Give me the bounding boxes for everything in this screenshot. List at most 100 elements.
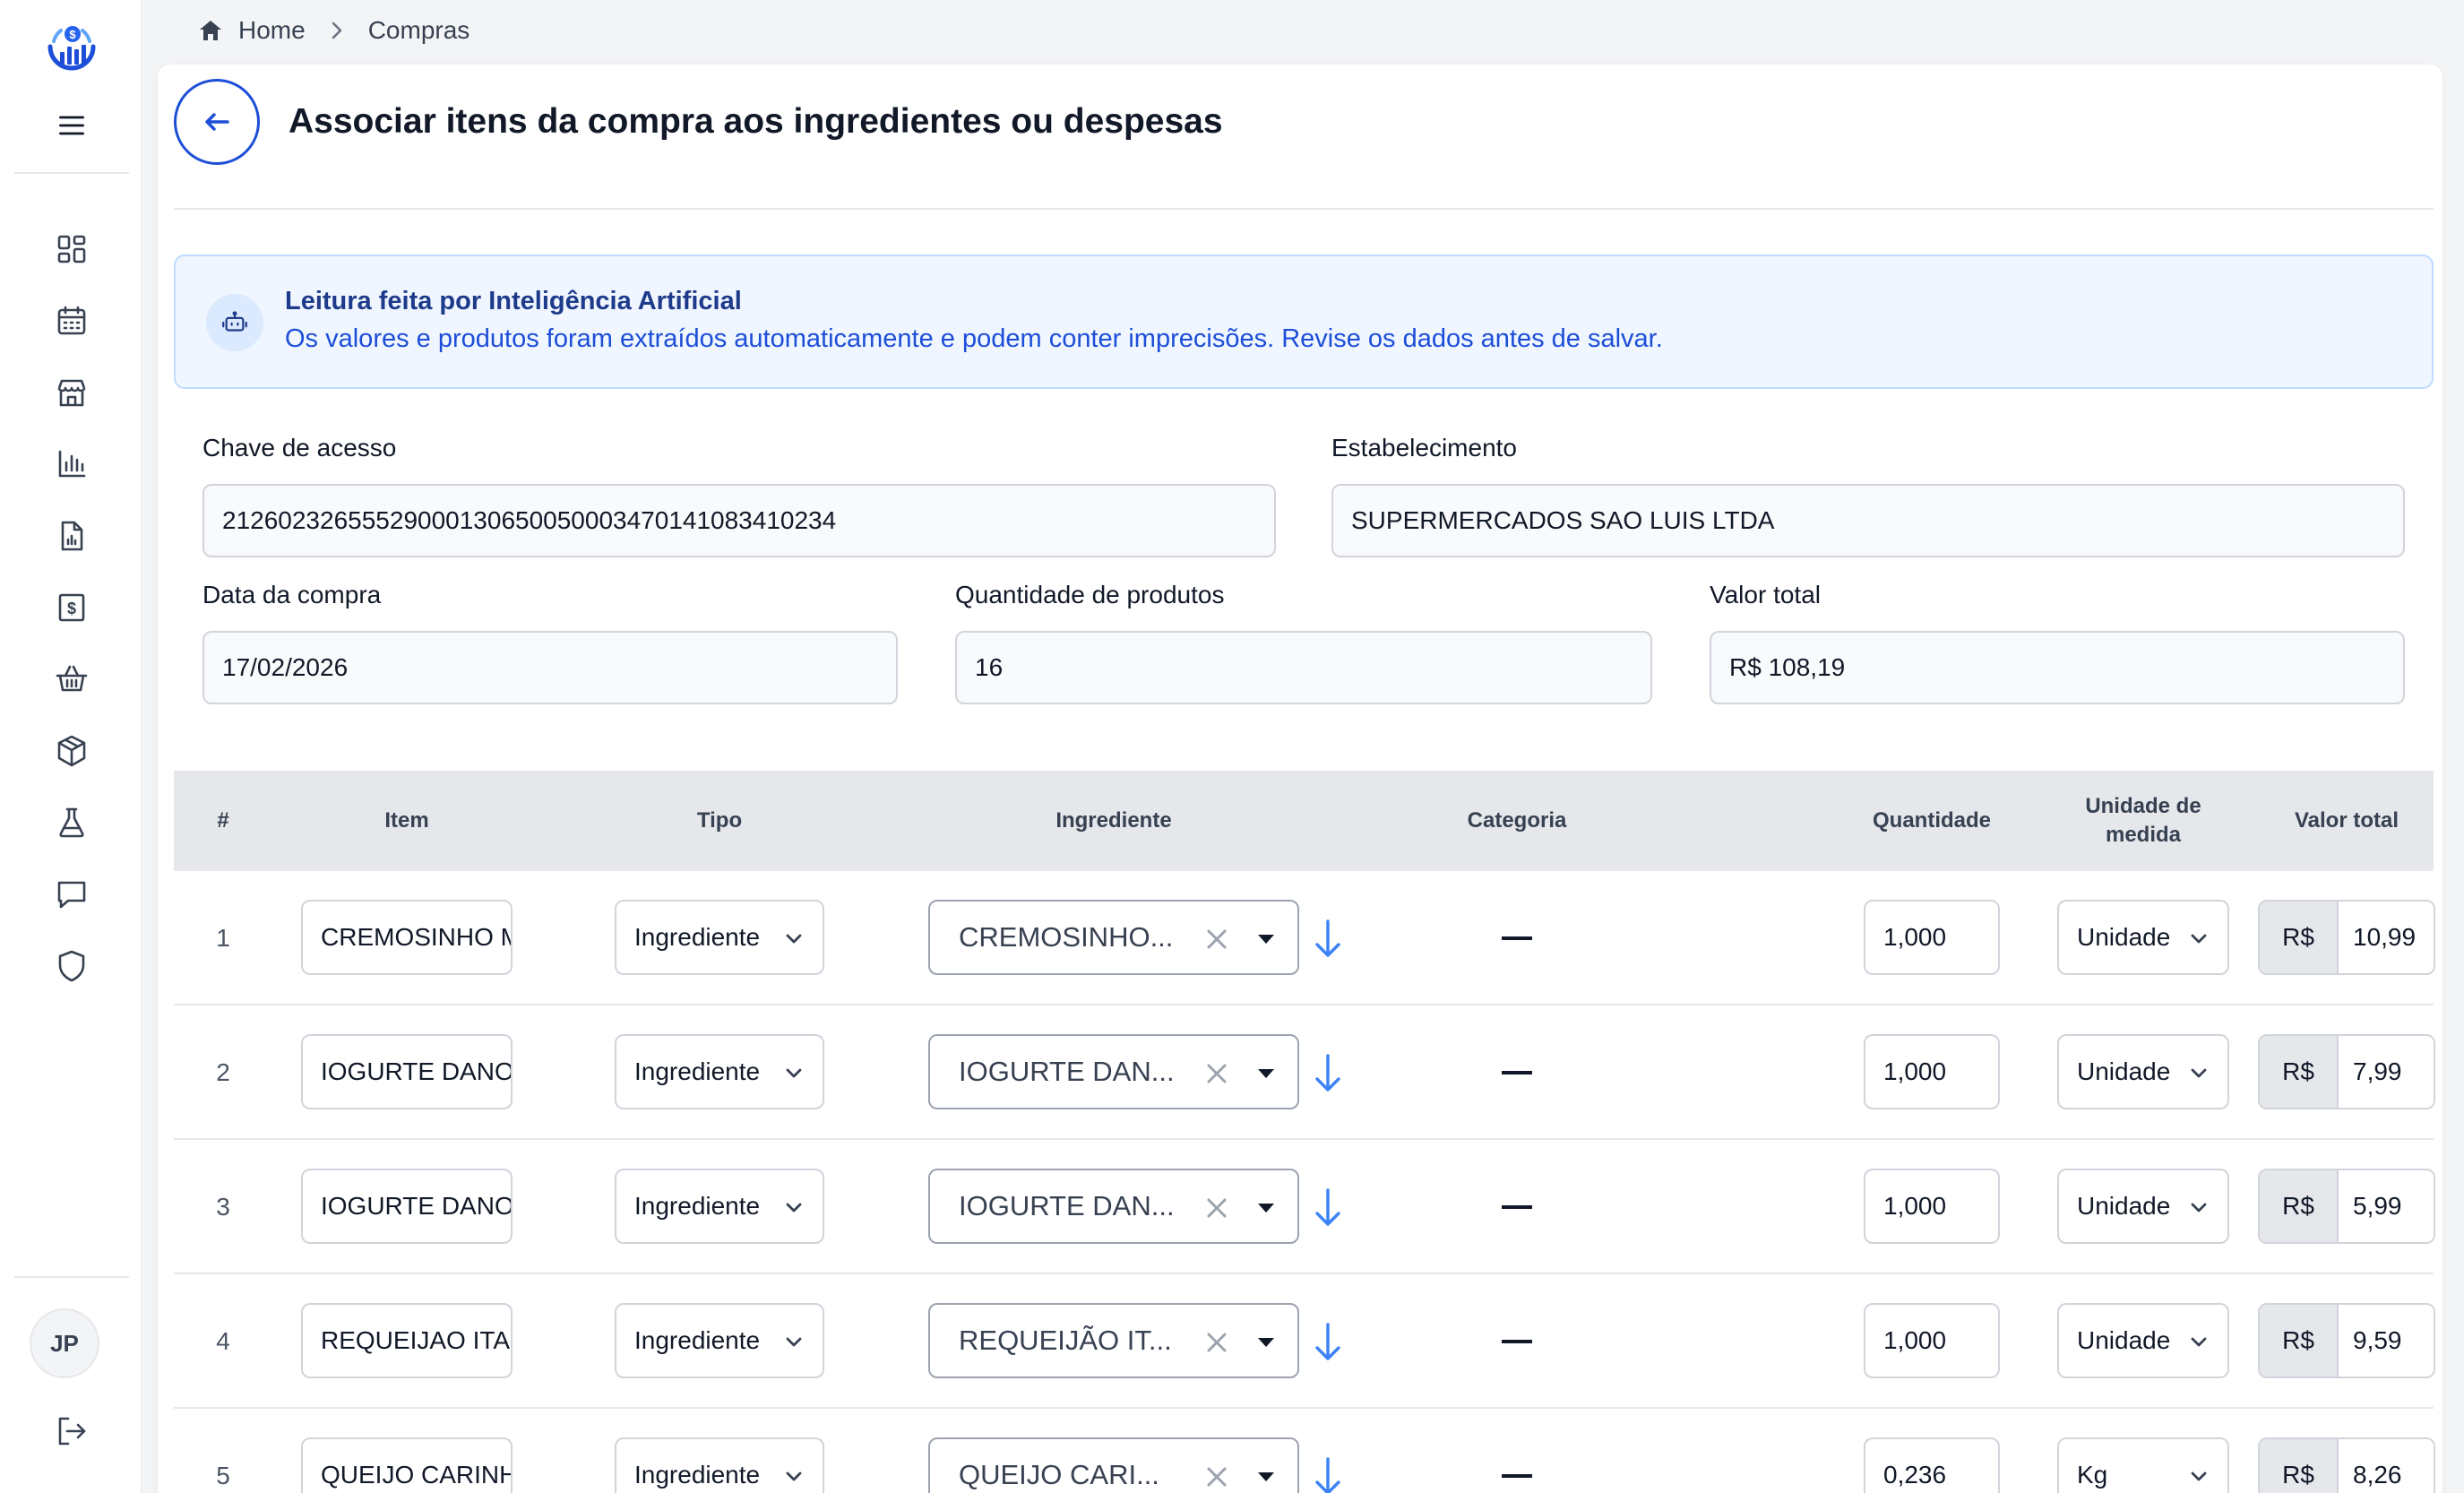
valor-total-input[interactable]: R$ 108,19 bbox=[1710, 631, 2405, 704]
valor-total-input[interactable]: 5,99 bbox=[2339, 1170, 2434, 1242]
estabelecimento-input[interactable]: SUPERMERCADOS SAO LUIS LTDA bbox=[1331, 484, 2405, 557]
sidebar-item-security[interactable] bbox=[52, 946, 91, 986]
apply-down-arrow-icon[interactable] bbox=[1308, 1454, 1348, 1493]
tipo-select[interactable]: Ingrediente bbox=[615, 1034, 824, 1109]
sidebar-item-calendar[interactable] bbox=[52, 301, 91, 341]
caret-down-icon[interactable] bbox=[1256, 1470, 1276, 1484]
apply-down-arrow-icon[interactable] bbox=[1308, 1050, 1348, 1097]
close-icon[interactable] bbox=[1201, 923, 1233, 955]
menu-toggle-button[interactable] bbox=[52, 106, 91, 145]
chat-icon bbox=[57, 881, 86, 909]
store-icon bbox=[57, 379, 86, 407]
tipo-select[interactable]: Ingrediente bbox=[615, 1437, 824, 1493]
row-number: 5 bbox=[216, 1462, 230, 1489]
close-icon[interactable] bbox=[1201, 1461, 1233, 1493]
ingrediente-value: REQUEIJÃO IT... bbox=[959, 1325, 1172, 1356]
tipo-value: Ingrediente bbox=[634, 1326, 761, 1354]
currency-prefix: R$ bbox=[2260, 902, 2339, 973]
breadcrumb-current: Compras bbox=[367, 16, 470, 44]
title-divider bbox=[174, 208, 2434, 210]
home-icon[interactable] bbox=[197, 17, 224, 44]
ingrediente-select[interactable]: REQUEIJÃO IT... bbox=[928, 1303, 1299, 1378]
unidade-value: Unidade bbox=[2077, 1192, 2171, 1220]
unidade-select[interactable]: Unidade bbox=[2057, 1169, 2229, 1244]
apply-down-arrow-icon[interactable] bbox=[1308, 1319, 1348, 1366]
valor-total-group: R$ 8,26 bbox=[2258, 1437, 2435, 1493]
logout-button[interactable] bbox=[52, 1411, 91, 1451]
quantidade-produtos-input[interactable]: 16 bbox=[955, 631, 1652, 704]
tipo-select[interactable]: Ingrediente bbox=[615, 1303, 824, 1378]
unidade-select[interactable]: Unidade bbox=[2057, 900, 2229, 975]
sidebar-item-dashboard[interactable] bbox=[52, 229, 91, 269]
tipo-value: Ingrediente bbox=[634, 1057, 761, 1085]
ingrediente-select[interactable]: IOGURTE DAN... bbox=[928, 1169, 1299, 1244]
caret-down-icon[interactable] bbox=[1256, 1066, 1276, 1081]
sidebar-divider bbox=[14, 1276, 129, 1278]
caret-down-icon[interactable] bbox=[1256, 1335, 1276, 1350]
tipo-select[interactable]: Ingrediente bbox=[615, 900, 824, 975]
chevron-down-icon bbox=[2191, 1471, 2207, 1481]
ingrediente-select[interactable]: IOGURTE DAN... bbox=[928, 1034, 1299, 1109]
sidebar-item-documents[interactable] bbox=[52, 516, 91, 556]
chevron-down-icon bbox=[786, 1068, 802, 1078]
valor-total-group: R$ 5,99 bbox=[2258, 1169, 2435, 1244]
row-number: 3 bbox=[216, 1193, 230, 1221]
quantidade-input[interactable]: 1,000 bbox=[1864, 1169, 2000, 1244]
dashboard-icon bbox=[57, 235, 86, 263]
ingrediente-value: QUEIJO CARI... bbox=[959, 1459, 1159, 1490]
sidebar-item-messages[interactable] bbox=[52, 875, 91, 914]
sidebar-item-products[interactable] bbox=[52, 731, 91, 771]
ingrediente-select[interactable]: CREMOSINHO... bbox=[928, 900, 1299, 975]
tipo-select[interactable]: Ingrediente bbox=[615, 1169, 824, 1244]
app-logo-icon[interactable]: $ bbox=[43, 20, 100, 77]
file-chart-icon bbox=[61, 521, 83, 551]
unidade-select[interactable]: Unidade bbox=[2057, 1303, 2229, 1378]
table-row: 2 IOGURTE DANONE Ingrediente IOGURTE DAN… bbox=[174, 1005, 2435, 1140]
apply-down-arrow-icon[interactable] bbox=[1308, 1185, 1348, 1231]
unidade-select[interactable]: Unidade bbox=[2057, 1034, 2229, 1109]
valor-total-input[interactable]: 8,26 bbox=[2339, 1439, 2434, 1493]
tipo-value: Ingrediente bbox=[634, 923, 761, 951]
sidebar-item-lab[interactable] bbox=[52, 803, 91, 842]
apply-down-arrow-icon[interactable] bbox=[1308, 916, 1348, 962]
back-button[interactable] bbox=[174, 79, 260, 165]
data-compra-input[interactable]: 17/02/2026 bbox=[202, 631, 898, 704]
ingrediente-select[interactable]: QUEIJO CARI... bbox=[928, 1437, 1299, 1493]
quantidade-input[interactable]: 0,236 bbox=[1864, 1437, 2000, 1493]
ai-notice-banner: Leitura feita por Inteligência Artificia… bbox=[174, 255, 2434, 389]
ingrediente-value: IOGURTE DAN... bbox=[959, 1190, 1175, 1221]
item-input[interactable]: QUEIJO CARINHOSO bbox=[301, 1437, 513, 1493]
quantidade-input[interactable]: 1,000 bbox=[1864, 1303, 2000, 1378]
item-input[interactable]: IOGURTE DANONE bbox=[301, 1034, 513, 1109]
chave-input[interactable]: 2126023265552900013065005000347014108341… bbox=[202, 484, 1276, 557]
sidebar-item-store[interactable] bbox=[52, 373, 91, 412]
row-number: 2 bbox=[216, 1058, 230, 1086]
sidebar-item-purchases[interactable] bbox=[52, 660, 91, 699]
quantidade-input[interactable]: 1,000 bbox=[1864, 900, 2000, 975]
unidade-value: Kg bbox=[2077, 1461, 2108, 1489]
currency-prefix: R$ bbox=[2260, 1170, 2339, 1242]
item-input[interactable]: IOGURTE DANONE bbox=[301, 1169, 513, 1244]
caret-down-icon[interactable] bbox=[1256, 932, 1276, 946]
caret-down-icon[interactable] bbox=[1256, 1201, 1276, 1215]
items-table-header: # Item Tipo Ingrediente Categoria Quanti… bbox=[174, 771, 2434, 871]
sidebar-item-finance[interactable]: $ bbox=[52, 588, 91, 627]
valor-total-input[interactable]: 9,59 bbox=[2339, 1305, 2434, 1376]
valor-total-input[interactable]: 7,99 bbox=[2339, 1036, 2434, 1108]
item-input[interactable]: REQUEIJAO ITACOLOMY bbox=[301, 1303, 513, 1378]
quantidade-input[interactable]: 1,000 bbox=[1864, 1034, 2000, 1109]
flask-icon bbox=[59, 807, 84, 838]
close-icon[interactable] bbox=[1201, 1192, 1233, 1224]
ai-notice-title: Leitura feita por Inteligência Artificia… bbox=[285, 287, 742, 315]
item-input[interactable]: CREMOSINHO MIRA bbox=[301, 900, 513, 975]
breadcrumb-home[interactable]: Home bbox=[238, 16, 306, 45]
unidade-select[interactable]: Kg bbox=[2057, 1437, 2229, 1493]
data-compra-label: Data da compra bbox=[202, 581, 382, 608]
close-icon[interactable] bbox=[1201, 1326, 1233, 1359]
valor-total-input[interactable]: 10,99 bbox=[2339, 902, 2434, 973]
tipo-value: Ingrediente bbox=[634, 1192, 761, 1220]
main-card: Associar itens da compra aos ingrediente… bbox=[158, 65, 2442, 1493]
user-avatar[interactable]: JP bbox=[30, 1308, 99, 1378]
close-icon[interactable] bbox=[1201, 1057, 1233, 1090]
sidebar-item-reports[interactable] bbox=[52, 444, 91, 484]
